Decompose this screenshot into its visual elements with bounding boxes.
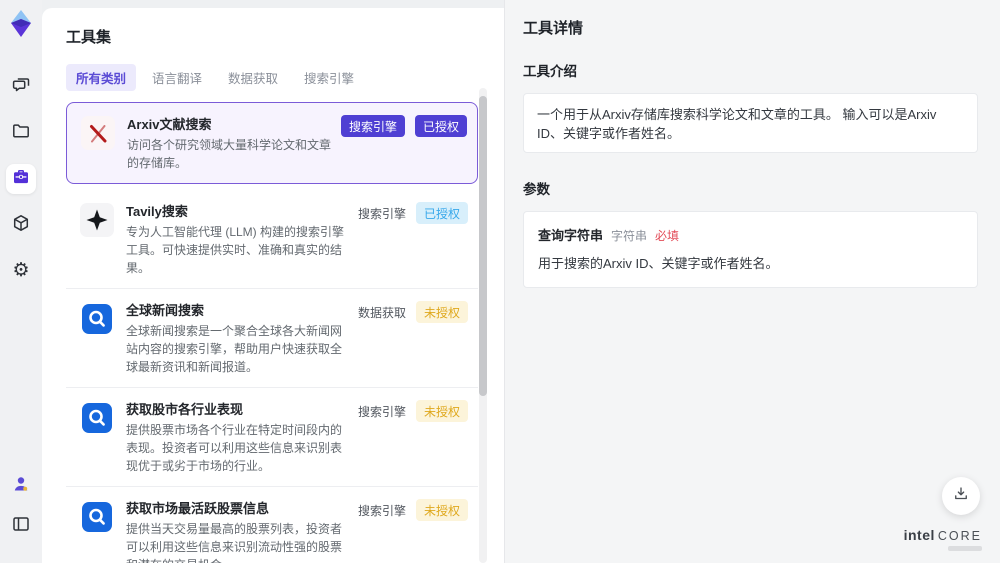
stock-sector-icon [80,401,114,435]
category-tab-1[interactable]: 语言翻译 [142,64,212,91]
tool-category-tag: 搜索引擎 [357,503,406,518]
tool-title: 获取市场最活跃股票信息 [126,501,270,516]
tool-title: 全球新闻搜索 [126,303,205,318]
category-tabs: 所有类别 语言翻译 数据获取 搜索引擎 [66,64,478,91]
category-tab-2[interactable]: 数据获取 [218,64,288,91]
app-logo [8,10,34,38]
tool-description: 专为人工智能代理 (LLM) 构建的搜索引擎工具。可快速提供实时、准确和真实的结… [126,225,345,275]
brand-subtext-bar [948,546,982,551]
list-scrollbar [479,88,487,563]
param-name: 查询字符串 [538,228,604,243]
gear-icon: ⚙ [12,260,30,281]
param-description: 用于搜索的Arxiv ID、关键字或作者姓名。 [538,256,779,271]
tool-category-tag: 搜索引擎 [357,206,406,221]
panel-toggle-button[interactable] [6,511,36,541]
download-icon [952,485,970,508]
intro-heading: 工具介绍 [523,64,577,79]
sidebar-item-toolbox[interactable] [6,164,36,194]
tool-list-item[interactable]: 获取股市各行业表现 提供股票市场各个行业在特定时间段内的表现。投资者可以利用这些… [66,388,478,487]
param-required-badge: 必填 [655,229,680,243]
category-tab-0[interactable]: 所有类别 [66,64,137,91]
tool-description: 提供当天交易量最高的股票列表，投资者可以利用这些信息来识别流动性强的股票和潜在的… [126,522,343,563]
sidebar-item-gear[interactable]: ⚙ [6,256,36,286]
intel-wordmark: intel [903,526,935,543]
tool-list-item[interactable]: Tavily搜索 专为人工智能代理 (LLM) 构建的搜索引擎工具。可快速提供实… [66,190,478,289]
tool-description: 全球新闻搜索是一个聚合全球各大新闻网站内容的搜索引擎，帮助用户快速获取全球最新资… [126,324,343,374]
stock-active-icon [80,500,114,534]
intro-card: 一个用于从Arxiv存储库搜索科学论文和文章的工具。 输入可以是Arxiv ID… [523,93,978,153]
tool-category-tag: 数据获取 [357,305,406,320]
chat-icon [11,75,31,100]
tavily-star-icon [80,203,114,237]
scrollbar-thumb[interactable] [479,96,487,396]
sidebar-item-folder[interactable] [6,118,36,148]
tool-description: 提供股票市场各个行业在特定时间段内的表现。投资者可以利用这些信息来识别表现优于或… [126,423,343,473]
tool-title: Tavily搜索 [126,204,188,219]
sidebar-rail: ⚙ [0,0,42,563]
tool-title: 获取股市各行业表现 [126,402,244,417]
tool-list-panel: 工具集 所有类别 语言翻译 数据获取 搜索引擎 Arxiv文献搜索 访问各个研究领域大… [42,8,504,563]
tool-status-badge: 已授权 [414,115,467,137]
page-title: 工具集 [66,29,112,46]
tool-category-tag: 搜索引擎 [340,115,405,137]
tool-list-item[interactable]: 全球新闻搜索 全球新闻搜索是一个聚合全球各大新闻网站内容的搜索引擎，帮助用户快速… [66,289,478,388]
tool-list-item[interactable]: 获取市场最活跃股票信息 提供当天交易量最高的股票列表，投资者可以利用这些信息来识… [66,487,478,563]
tool-list-item[interactable]: Arxiv文献搜索 访问各个研究领域大量科学论文和文章的存储库。 搜索引擎 已授… [66,102,478,184]
tool-list: Arxiv文献搜索 访问各个研究领域大量科学论文和文章的存储库。 搜索引擎 已授… [66,102,478,563]
tool-status-badge: 未授权 [415,499,468,521]
sidebar-item-cube[interactable] [6,210,36,240]
arxiv-icon [81,116,115,150]
tool-detail-panel: 工具详情 工具介绍 一个用于从Arxiv存储库搜索科学论文和文章的工具。 输入可… [504,0,1000,563]
panel-toggle-icon [11,514,31,539]
sidebar-items: ⚙ [6,72,36,302]
intel-core-logo: intel CORE [903,526,982,551]
folder-icon [11,121,31,146]
avatar-icon [11,474,31,499]
tool-category-tag: 搜索引擎 [357,404,406,419]
tool-status-badge: 未授权 [415,301,468,323]
news-search-icon [80,302,114,336]
core-wordmark: CORE [937,528,982,543]
tool-title: Arxiv文献搜索 [127,117,212,132]
param-type: 字符串 [611,229,648,243]
category-tab-3[interactable]: 搜索引擎 [294,64,364,91]
detail-title: 工具详情 [523,20,584,37]
tool-status-badge: 已授权 [415,202,468,224]
sidebar-item-chat[interactable] [6,72,36,102]
param-card: 查询字符串 字符串 必填 用于搜索的Arxiv ID、关键字或作者姓名。 [523,211,978,288]
sidebar-bottom [6,471,36,551]
params-heading: 参数 [523,182,550,197]
download-button[interactable] [942,477,980,515]
toolbox-icon [11,167,31,192]
avatar-button[interactable] [6,471,36,501]
tool-status-badge: 未授权 [415,400,468,422]
tool-description: 访问各个研究领域大量科学论文和文章的存储库。 [127,138,332,170]
cube-icon [11,213,31,238]
